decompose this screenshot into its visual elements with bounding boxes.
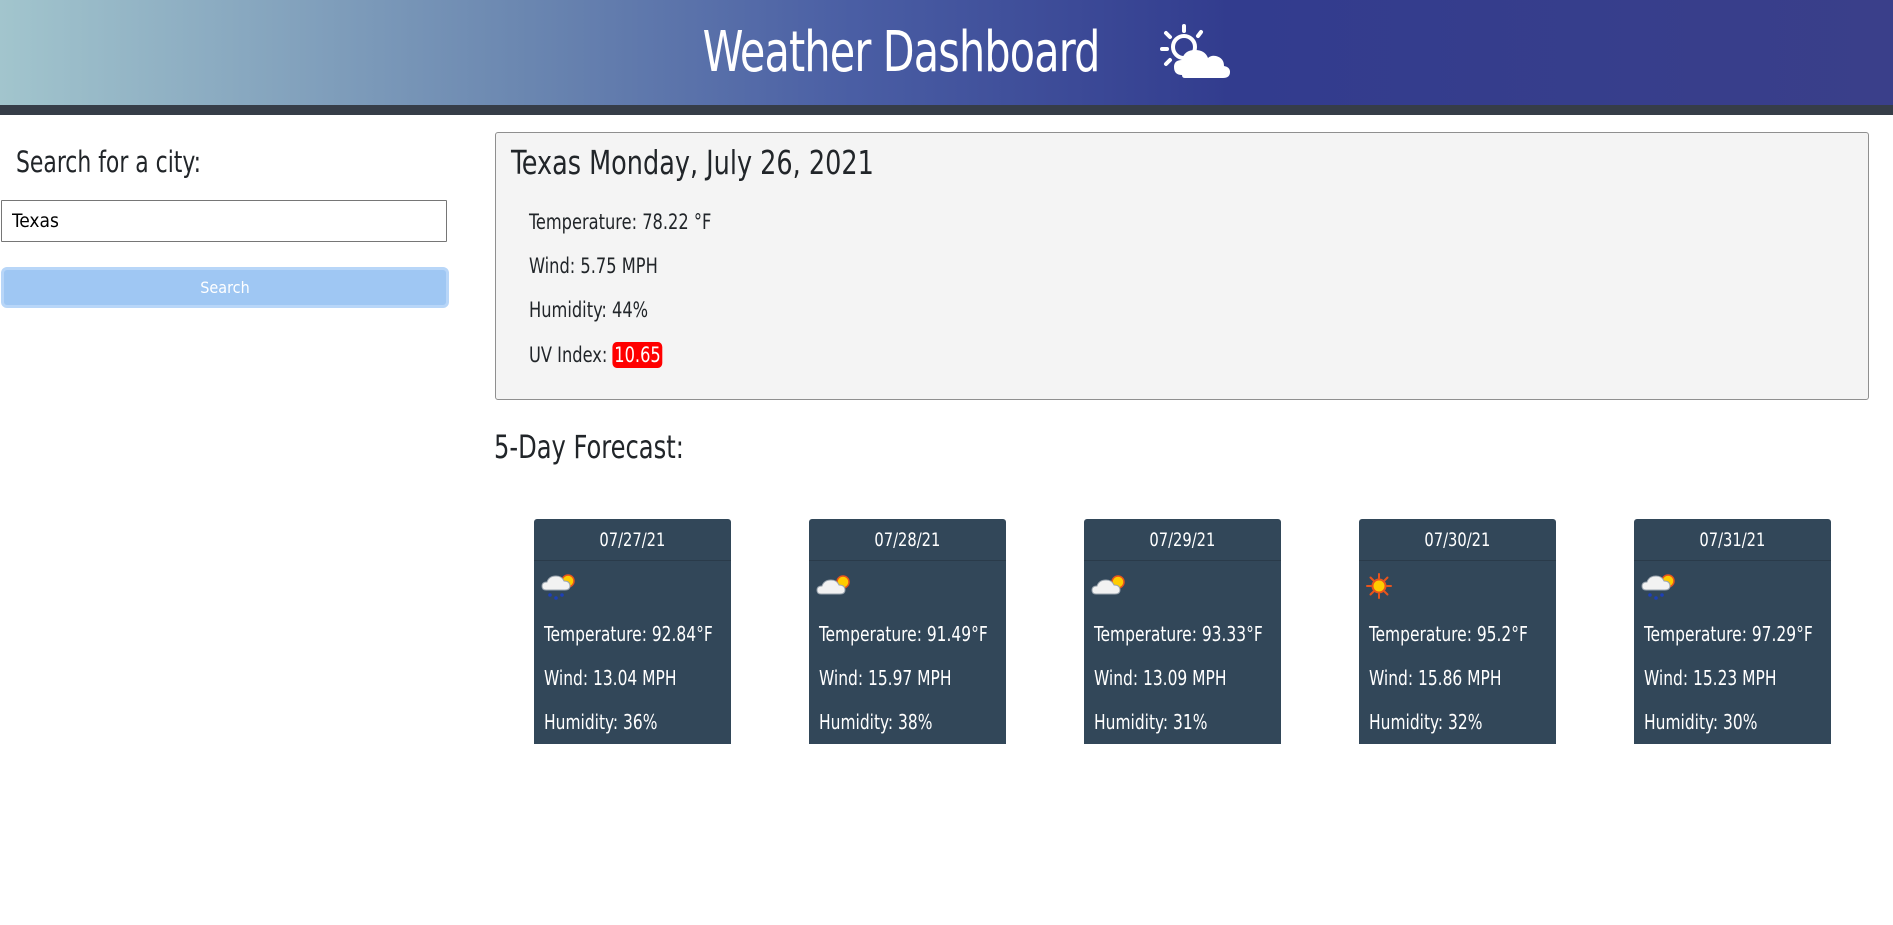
page-header: Weather Dashboard [0,0,1893,115]
current-uv-index: UV Index: 10.65 [529,342,663,368]
forecast-wind: Wind: 13.09 MPH [1094,666,1227,690]
current-wind: Wind: 5.75 MPH [529,254,658,278]
cloud-sun-icon [816,575,850,595]
uv-index-badge: 10.65 [612,342,663,368]
forecast-wind: Wind: 15.23 MPH [1644,666,1777,690]
forecast-date: 07/29/21 [1084,519,1281,561]
forecast-temperature: Temperature: 93.33°F [1094,622,1263,646]
forecast-card-day-1: 07/27/21 Temperature: 92.84°F Wind: 13.0… [534,519,731,744]
forecast-humidity: Humidity: 38% [819,710,933,734]
forecast-humidity: Humidity: 36% [544,710,658,734]
cloud-sun-icon [1091,575,1125,595]
rain-sun-icon [541,574,575,600]
forecast-wind: Wind: 15.97 MPH [819,666,952,690]
current-weather-card: Texas Monday, July 26, 2021 Temperature:… [495,132,1869,400]
forecast-date: 07/27/21 [534,519,731,561]
forecast-card-day-2: 07/28/21 Temperature: 91.49°F Wind: 15.9… [809,519,1006,744]
forecast-temperature: Temperature: 97.29°F [1644,622,1813,646]
forecast-temperature: Temperature: 95.2°F [1369,622,1528,646]
page-title: Weather Dashboard [703,20,1101,85]
forecast-date: 07/31/21 [1634,519,1831,561]
forecast-date: 07/28/21 [809,519,1006,561]
search-label: Search for a city: [16,145,201,179]
forecast-card-day-5: 07/31/21 Temperature: 97.29°F Wind: 15.2… [1634,519,1831,744]
forecast-humidity: Humidity: 31% [1094,710,1208,734]
sun-icon [1366,573,1392,599]
forecast-temperature: Temperature: 92.84°F [544,622,713,646]
search-button[interactable]: Search [1,267,449,308]
uv-label: UV Index: [529,343,613,367]
forecast-wind: Wind: 13.04 MPH [544,666,677,690]
current-humidity: Humidity: 44% [529,298,649,322]
rain-sun-icon [1641,574,1675,600]
forecast-humidity: Humidity: 32% [1369,710,1483,734]
city-search-input[interactable] [1,200,447,242]
forecast-heading: 5-Day Forecast: [494,428,684,466]
current-temperature: Temperature: 78.22 °F [529,210,712,234]
forecast-card-day-4: 07/30/21 Temperature: 95.2°F Wind: 15.86… [1359,519,1556,744]
forecast-wind: Wind: 15.86 MPH [1369,666,1502,690]
forecast-card-day-3: 07/29/21 Temperature: 93.33°F Wind: 13.0… [1084,519,1281,744]
current-city-date: Texas Monday, July 26, 2021 [511,143,874,182]
forecast-date: 07/30/21 [1359,519,1556,561]
sun-cloud-icon [1159,23,1230,78]
forecast-humidity: Humidity: 30% [1644,710,1758,734]
forecast-temperature: Temperature: 91.49°F [819,622,988,646]
